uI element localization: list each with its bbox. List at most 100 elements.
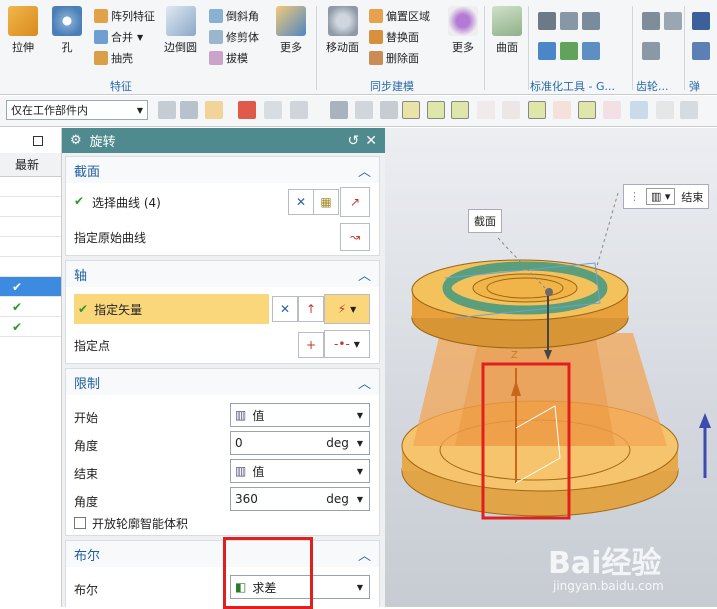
edge-blend-button[interactable]: 边倒圆: [164, 6, 197, 55]
snap-bounded-icon[interactable]: [656, 101, 674, 119]
snap-point-icon[interactable]: [402, 101, 420, 119]
std-tool-icon[interactable]: [560, 42, 578, 60]
start-type-dropdown[interactable]: ▥ 值 ▼: [230, 403, 370, 427]
std-tool-icon[interactable]: [560, 12, 578, 30]
pattern-feature-button[interactable]: 阵列特征: [94, 8, 155, 24]
end-handle-tag[interactable]: ⋮ ▥ ▾ 结束: [623, 184, 710, 209]
nav-row[interactable]: [0, 257, 61, 277]
graphics-viewport[interactable]: Z 截面 ⋮ ▥ ▾ 结束 Bai经验 jingyan.baidu.com: [385, 128, 717, 607]
snap-existing-icon[interactable]: [578, 101, 596, 119]
std-tool-icon[interactable]: [582, 42, 600, 60]
gear-tool-icon[interactable]: [664, 12, 682, 30]
chamfer-button[interactable]: 倒斜角: [209, 8, 259, 24]
section-header[interactable]: 截面 ︿: [66, 157, 379, 183]
arrow-icon[interactable]: [380, 101, 398, 119]
offset-region-label: 偏置区域: [386, 10, 430, 23]
delete-face-button[interactable]: 删除面: [369, 50, 419, 66]
divider: [484, 6, 485, 90]
std-tool-icon[interactable]: [538, 12, 556, 30]
axis-header[interactable]: 轴 ︿: [66, 261, 379, 287]
snap-end-icon[interactable]: [427, 101, 445, 119]
filter-icon[interactable]: [158, 101, 176, 119]
snap-icon[interactable]: [238, 101, 256, 119]
nav-row[interactable]: [0, 197, 61, 217]
sketch-section-icon[interactable]: ▦: [313, 189, 339, 215]
col-header-latest[interactable]: 最新: [15, 156, 39, 173]
snap-intersect-icon[interactable]: [502, 101, 520, 119]
hole-button[interactable]: 孔: [52, 6, 82, 55]
reset-icon[interactable]: ↺: [348, 133, 360, 149]
select-box-icon[interactable]: [264, 101, 282, 119]
section-tag[interactable]: 截面: [468, 209, 502, 233]
snap-face-icon[interactable]: [630, 101, 648, 119]
reverse-direction-icon[interactable]: ✕: [272, 296, 298, 322]
specify-vector-row[interactable]: ✔ 指定矢量: [74, 294, 269, 324]
move-face-button[interactable]: 移动面: [326, 6, 359, 55]
end-type-mini-dropdown[interactable]: ▥ ▾: [646, 188, 676, 205]
trim-body-icon: [209, 30, 223, 44]
gear-tool-icon[interactable]: [642, 12, 660, 30]
start-angle-input[interactable]: 0 deg ▼: [230, 431, 370, 455]
draft-button[interactable]: 拔模: [209, 50, 248, 66]
pattern-label: 阵列特征: [111, 10, 155, 23]
snap-quadrant-icon[interactable]: [553, 101, 571, 119]
highlight-box: [223, 537, 313, 609]
nav-row[interactable]: [0, 237, 61, 257]
replace-face-button[interactable]: 替换面: [369, 29, 419, 45]
std-tool-icon[interactable]: [582, 12, 600, 30]
snap-extra-icon[interactable]: [680, 101, 698, 119]
nav-row-selected[interactable]: ✔: [0, 277, 61, 297]
more-sync-button[interactable]: 更多: [448, 6, 478, 55]
origin-curve-icon[interactable]: ↝: [340, 223, 370, 251]
collapse-icon[interactable]: ︿: [358, 161, 371, 180]
spring-tool-icon[interactable]: [692, 12, 710, 30]
collapse-icon[interactable]: ︿: [358, 545, 371, 564]
snap-pole-icon[interactable]: [603, 101, 621, 119]
ribbon: 拉伸 孔 阵列特征 合并 ▼ 抽壳 边倒圆 倒斜角 修剪体 拔模 更多 特征 移动…: [0, 0, 717, 109]
boolean-title: 布尔: [74, 548, 101, 564]
nav-row[interactable]: [0, 177, 61, 197]
spring-tool-icon[interactable]: [692, 42, 710, 60]
snap-curve-icon[interactable]: [477, 101, 495, 119]
chevron-down-icon: ▼: [356, 582, 363, 592]
snap-center-icon[interactable]: [528, 101, 546, 119]
filter-icon[interactable]: [205, 101, 223, 119]
shell-button[interactable]: 抽壳: [94, 50, 133, 66]
nav-row[interactable]: [0, 217, 61, 237]
gear-tool-icon[interactable]: [642, 42, 660, 60]
open-profile-checkbox[interactable]: [74, 517, 86, 529]
end-angle-input[interactable]: 360 deg ▼: [230, 487, 370, 511]
curve-icon[interactable]: ↗: [340, 187, 370, 217]
specify-point-label: 指定点: [74, 339, 111, 353]
nav-row[interactable]: ✔: [0, 317, 61, 337]
maximize-icon[interactable]: [33, 135, 43, 146]
collapse-icon[interactable]: ︿: [358, 373, 371, 392]
select-box-icon[interactable]: [290, 101, 308, 119]
nav-row[interactable]: ✔: [0, 297, 61, 317]
vector-type-dropdown[interactable]: ⚡ ▼: [324, 294, 370, 324]
trim-body-button[interactable]: 修剪体: [209, 29, 259, 45]
point-type-dropdown[interactable]: -•- ▼: [324, 330, 370, 358]
select-curve-label[interactable]: 选择曲线 (4): [92, 194, 161, 211]
curve-rule-icon[interactable]: ✕: [288, 189, 314, 215]
point-dialog-icon[interactable]: +: [298, 332, 324, 358]
view-icon[interactable]: [330, 101, 348, 119]
limits-header[interactable]: 限制 ︿: [66, 369, 379, 395]
end-type-dropdown[interactable]: ▥ 值 ▼: [230, 459, 370, 483]
selection-scope-dropdown[interactable]: 仅在工作部件内 ▼: [6, 100, 148, 120]
view-icon[interactable]: [355, 101, 373, 119]
collapse-icon[interactable]: ︿: [358, 265, 371, 284]
extrude-button[interactable]: 拉伸: [8, 6, 38, 55]
drag-handle-icon[interactable]: ⋮: [629, 190, 640, 203]
close-icon[interactable]: ✕: [365, 133, 377, 149]
dialog-title: 旋转: [89, 135, 116, 150]
surface-button[interactable]: 曲面: [492, 6, 522, 55]
more-feature-button[interactable]: 更多: [276, 6, 306, 55]
unite-button[interactable]: 合并 ▼: [94, 29, 143, 45]
vector-dialog-icon[interactable]: ↑: [298, 296, 324, 322]
more-icon: [276, 6, 306, 36]
std-tool-icon[interactable]: [538, 42, 556, 60]
offset-region-button[interactable]: 偏置区域: [369, 8, 430, 24]
filter-icon[interactable]: [180, 101, 198, 119]
snap-mid-icon[interactable]: [451, 101, 469, 119]
